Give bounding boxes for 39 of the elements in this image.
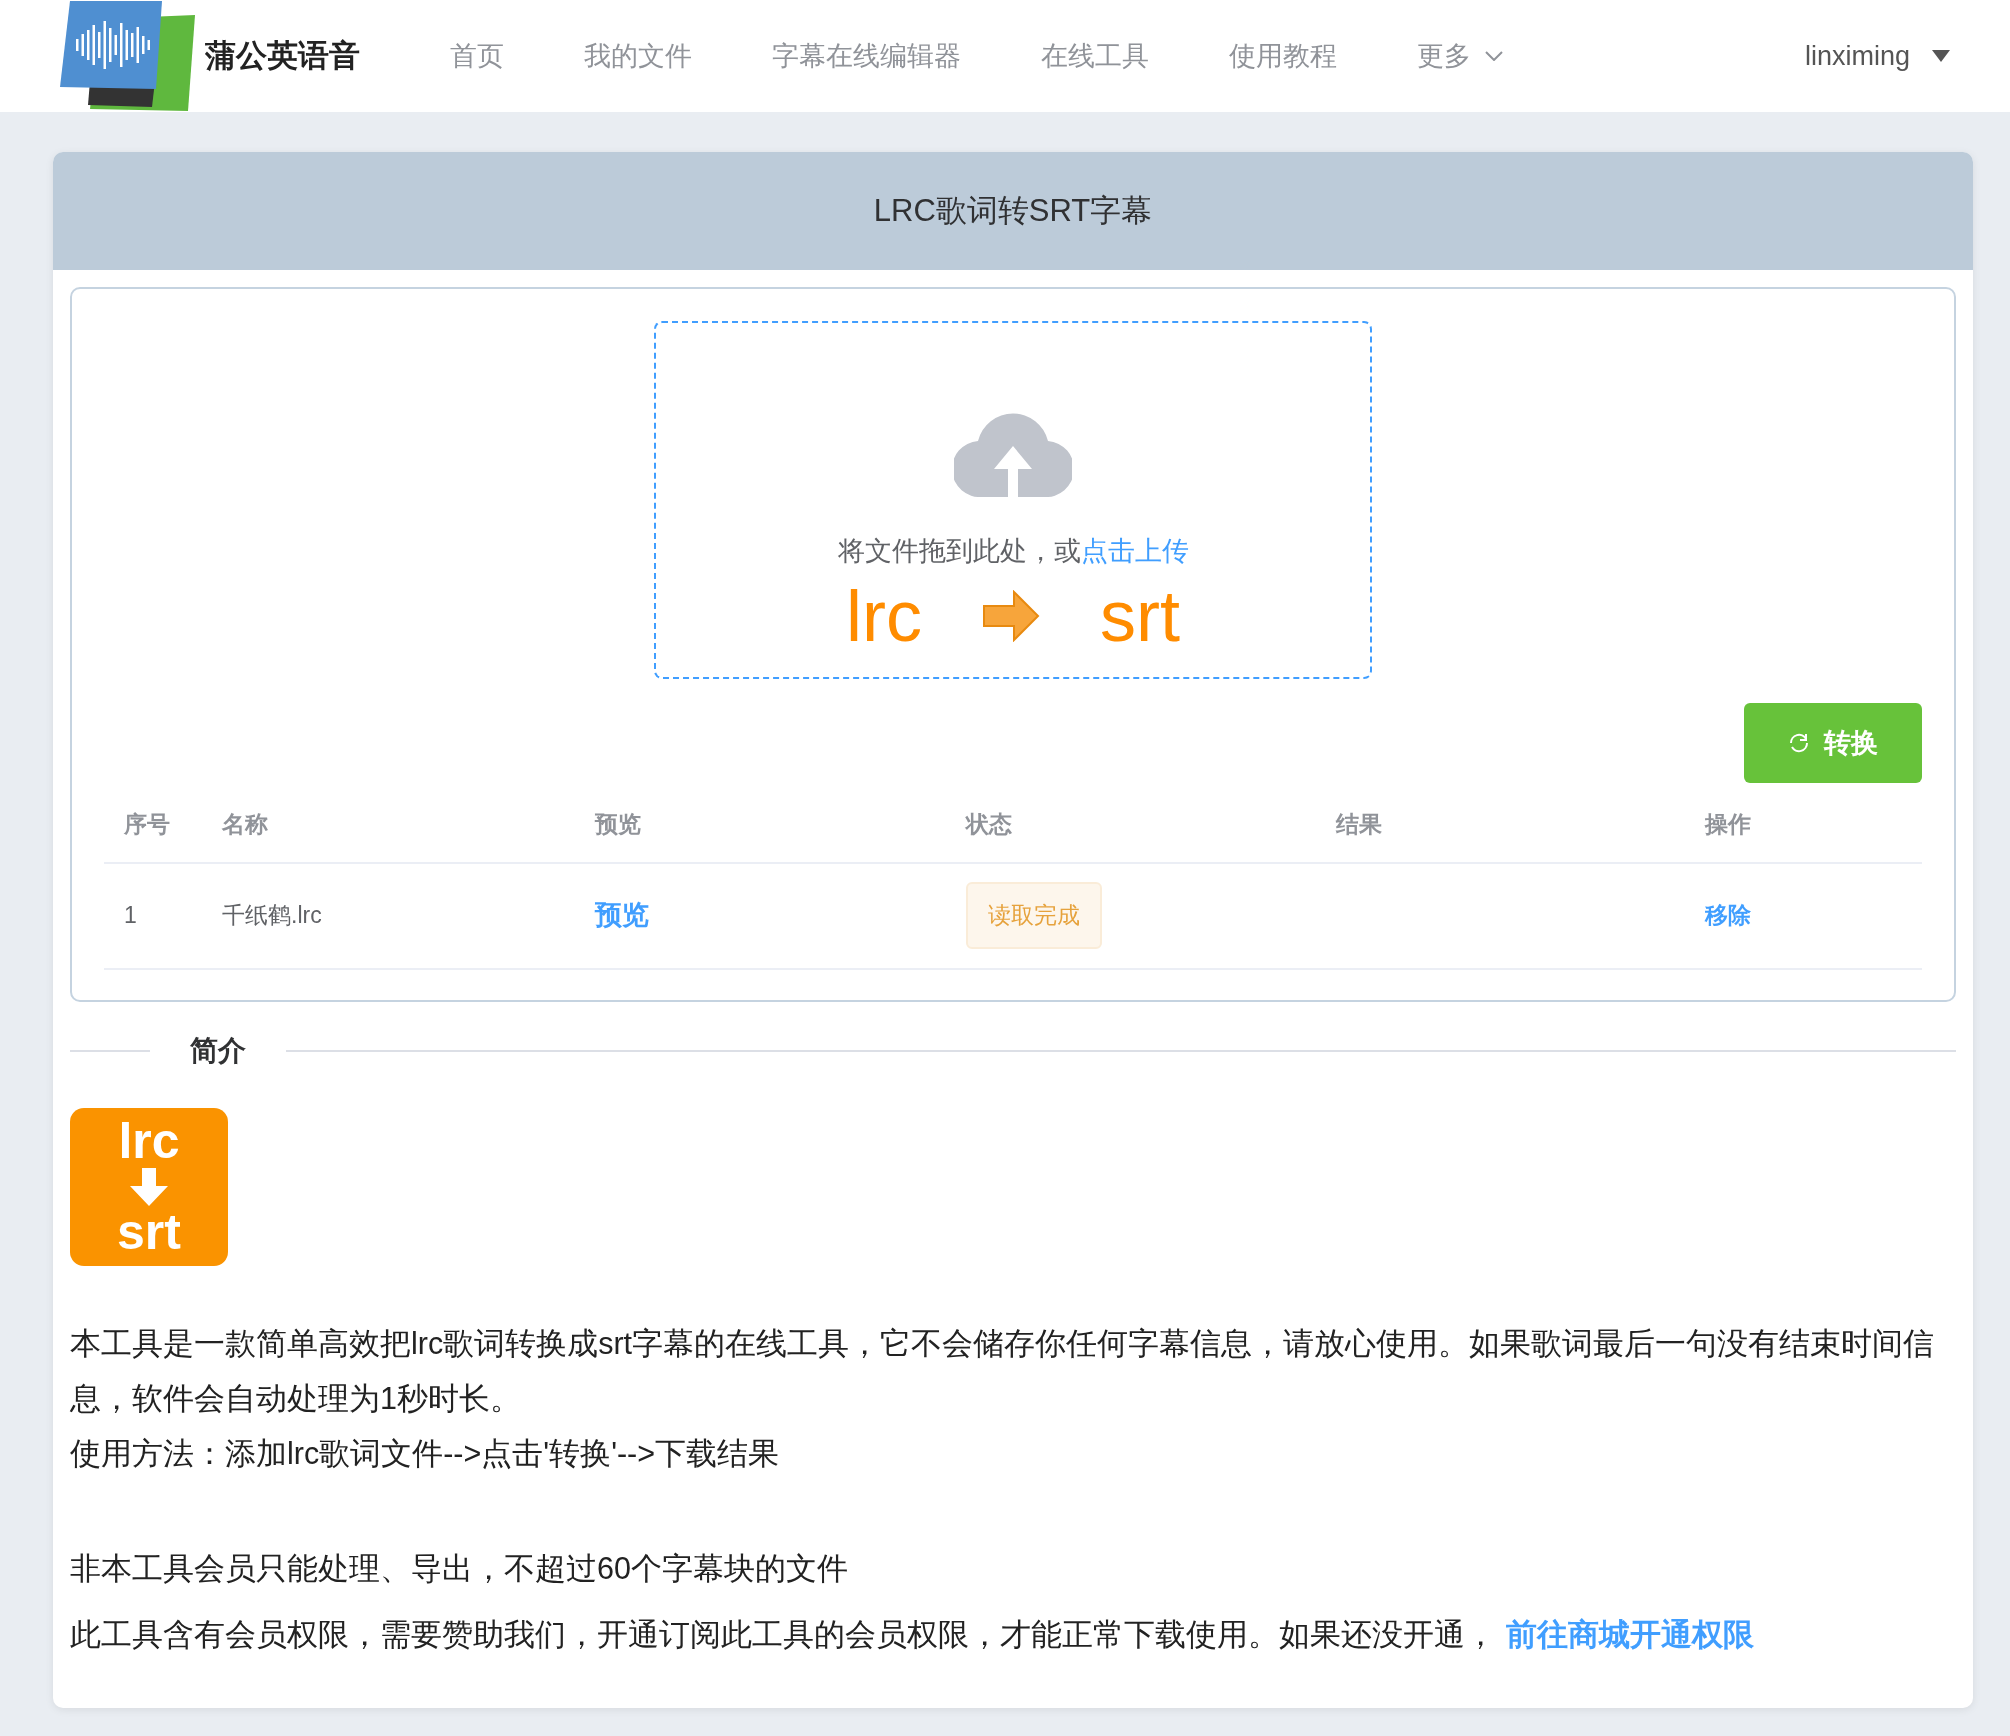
column-header: 操作 <box>1685 787 1922 864</box>
upload-link[interactable]: 点击上传 <box>1080 536 1189 566</box>
convert-button[interactable]: 转换 <box>1744 703 1922 783</box>
paragraph: 使用方法：添加lrc歌词文件-->点击'转换'-->下载结果 <box>70 1435 781 1472</box>
logo-icon[interactable] <box>60 1 195 111</box>
remove-link[interactable]: 移除 <box>1705 898 1751 933</box>
column-header: 名称 <box>202 787 575 864</box>
nav-link[interactable]: 字幕在线编辑器 <box>772 35 961 77</box>
nav-link[interactable]: 在线工具 <box>1041 35 1149 77</box>
column-header: 预览 <box>575 787 946 864</box>
caret-down-icon[interactable] <box>1932 50 1950 62</box>
column-header: 结果 <box>1316 787 1685 864</box>
column-header: 序号 <box>104 787 202 864</box>
paragraph: 非本工具会员只能处理、导出，不超过60个字幕块的文件 <box>70 1550 849 1587</box>
nav-link[interactable]: 使用教程 <box>1229 35 1337 77</box>
format-label: lrc <box>846 579 922 652</box>
refresh-icon <box>1788 732 1810 754</box>
drop-zone[interactable]: 将文件拖到此处，或点击上传 lrc srt <box>654 321 1372 679</box>
icon-label: srt <box>117 1210 181 1255</box>
brand-name[interactable]: 蒲公英语音 <box>205 32 360 80</box>
format-label: srt <box>1100 579 1180 652</box>
paragraph: 本工具是一款简单高效把lrc歌词转换成srt字幕的在线工具，它不会储存你任何字幕信息，请放心使用。如果歌词最后一句没有结束时间信息，软件会自动处理为1秒时长。 <box>70 1325 1936 1417</box>
row-index: 1 <box>124 901 137 931</box>
user-name[interactable]: linximing <box>1804 35 1910 77</box>
section-heading: 简介 <box>190 1034 246 1068</box>
shop-link[interactable]: 前往商城开通权限 <box>1506 1617 1754 1651</box>
status-tag: 读取完成 <box>966 882 1102 949</box>
icon-label: lrc <box>118 1119 180 1164</box>
column-header: 状态 <box>946 787 1316 864</box>
nav-link[interactable]: 我的文件 <box>584 35 692 77</box>
nav-link[interactable]: 更多 <box>1417 35 1503 77</box>
arrow-right-icon <box>982 589 1040 642</box>
nav-link[interactable]: 首页 <box>450 35 504 77</box>
file-name: 千纸鹤.lrc <box>222 901 322 931</box>
preview-link[interactable]: 预览 <box>595 895 649 936</box>
arrow-down-icon <box>130 1168 168 1206</box>
upload-hint: 将文件拖到此处，或点击上传 <box>837 535 1189 568</box>
panel-title: LRC歌词转SRT字幕 <box>53 152 1973 270</box>
paragraph: 此工具含有会员权限，需要赞助我们，开通订阅此工具的会员权限，才能正常下载使用。如果还没开通， 前往商城开通权限 <box>70 1616 1755 1653</box>
